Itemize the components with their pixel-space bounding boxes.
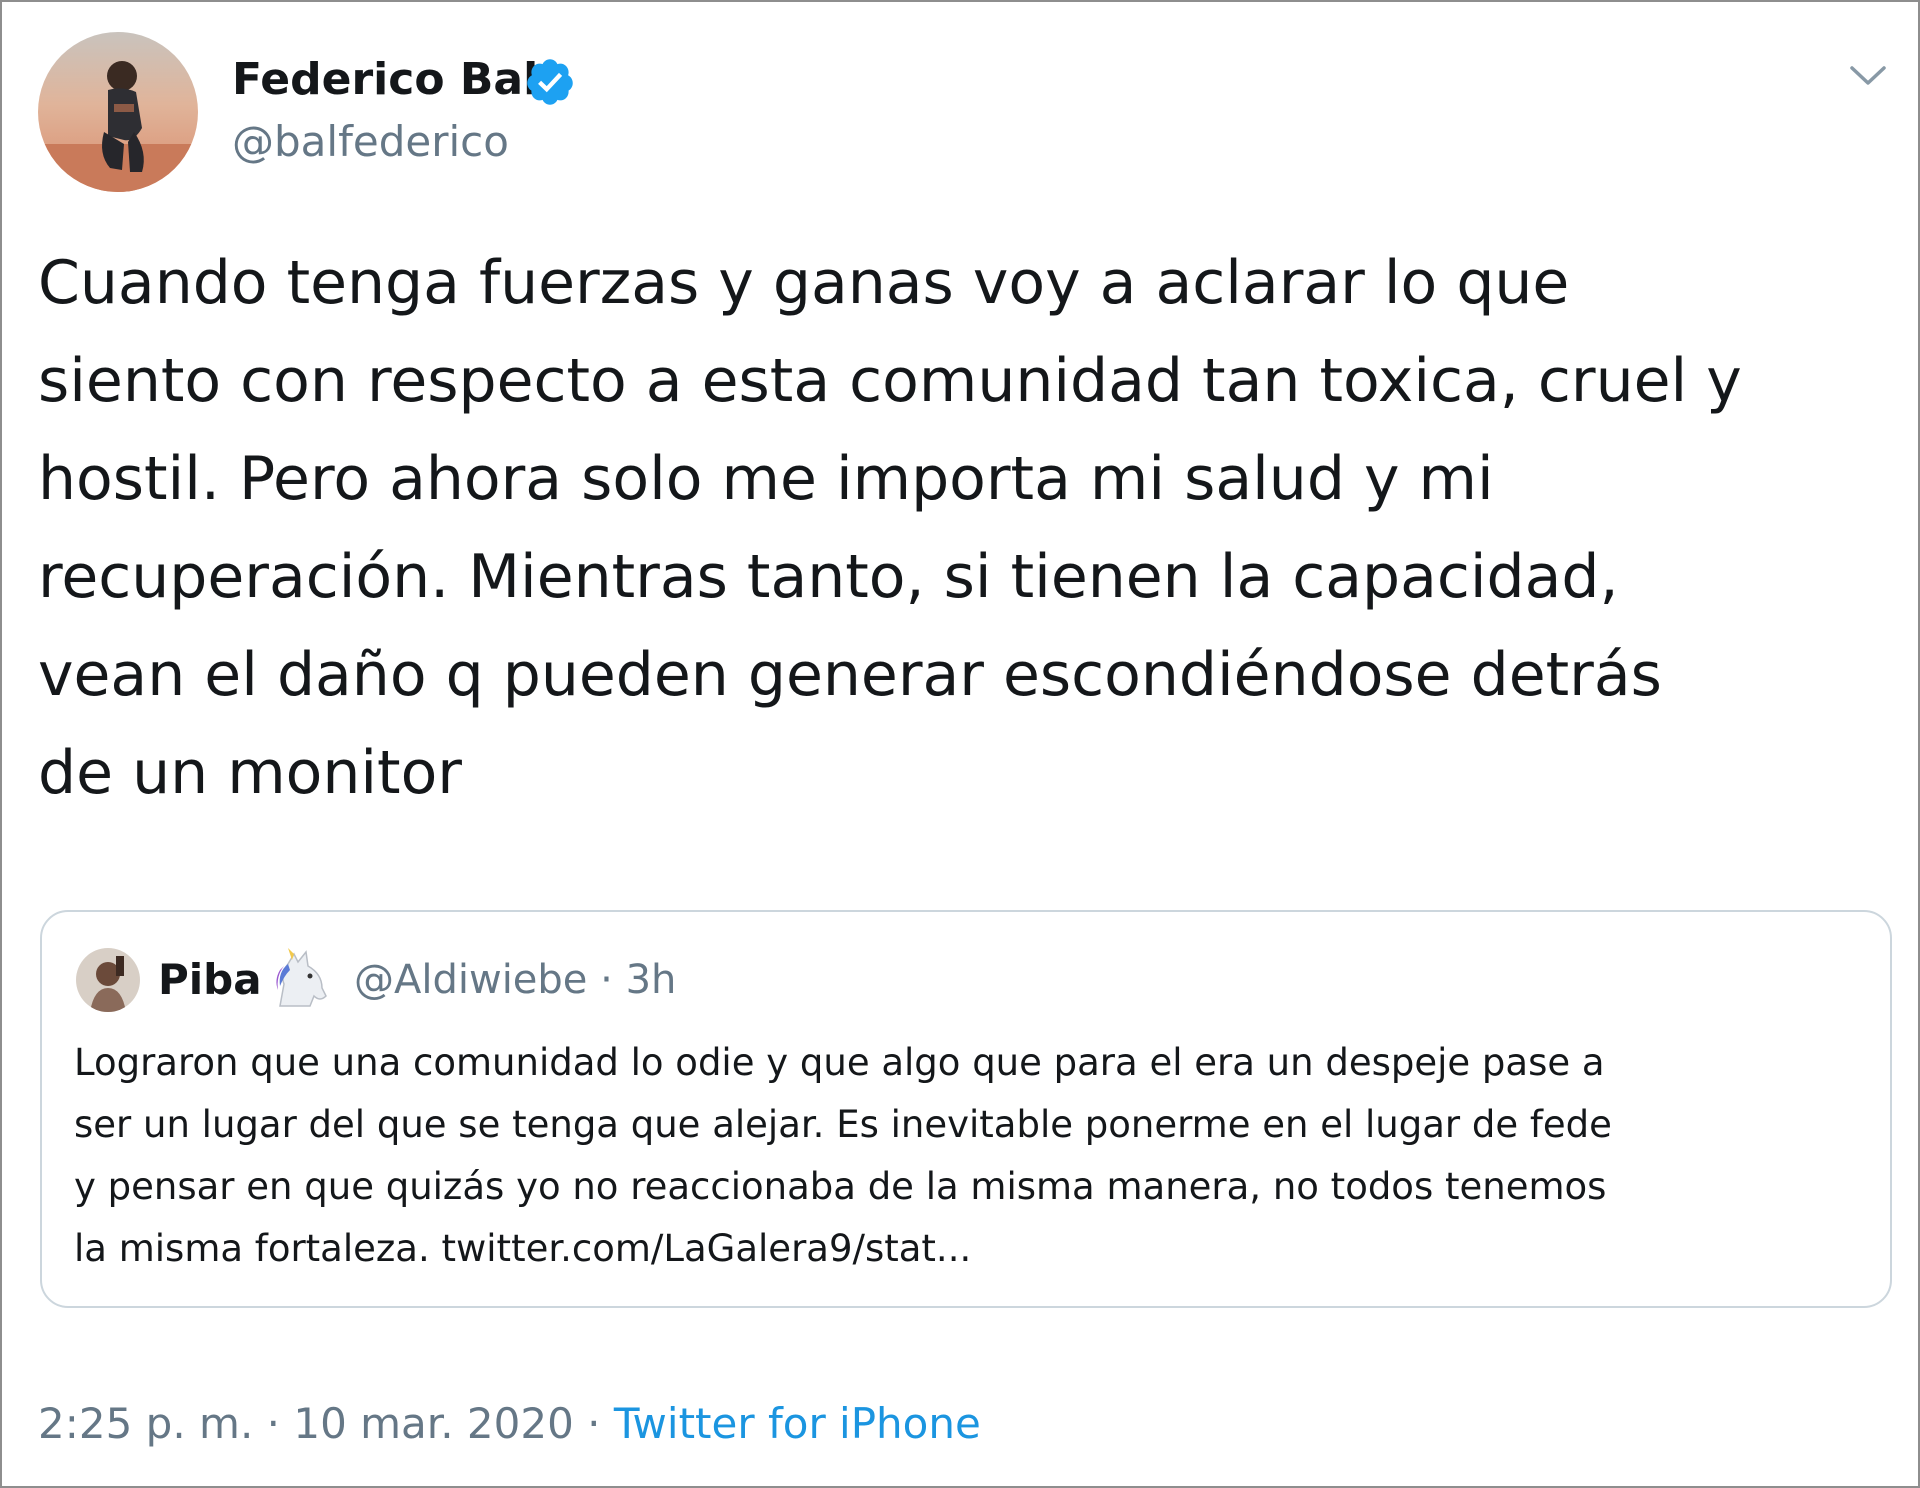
chevron-down-icon[interactable] <box>1842 50 1894 102</box>
author-handle[interactable]: @balfederico <box>232 114 509 170</box>
verified-badge-icon <box>524 56 576 108</box>
quoted-author-display-name[interactable]: Piba <box>158 948 262 1012</box>
quoted-author-avatar[interactable] <box>76 948 140 1012</box>
author-avatar[interactable] <box>38 32 198 192</box>
quoted-tweet-text: Lograron que una comunidad lo odie y que… <box>74 1041 1612 1270</box>
tweet-footer: 2:25 p. m. · 10 mar. 2020 · Twitter for … <box>38 1394 981 1454</box>
tweet-source-link[interactable]: Twitter for iPhone <box>614 1399 981 1448</box>
quoted-author-meta[interactable]: @Aldiwiebe · 3h <box>354 948 676 1012</box>
tweet-card: Federico Bal @balfederico Cuando tenga f… <box>0 0 1920 1488</box>
tweet-timestamp[interactable]: 2:25 p. m. · 10 mar. 2020 · <box>38 1399 614 1448</box>
quoted-tweet[interactable]: Piba @Aldiwiebe · 3h Lograron que una co… <box>40 910 1892 1308</box>
author-display-name[interactable]: Federico Bal <box>232 52 538 108</box>
tweet-text: Cuando tenga fuerzas y ganas voy a aclar… <box>38 248 1742 808</box>
unicorn-icon <box>270 946 332 1012</box>
